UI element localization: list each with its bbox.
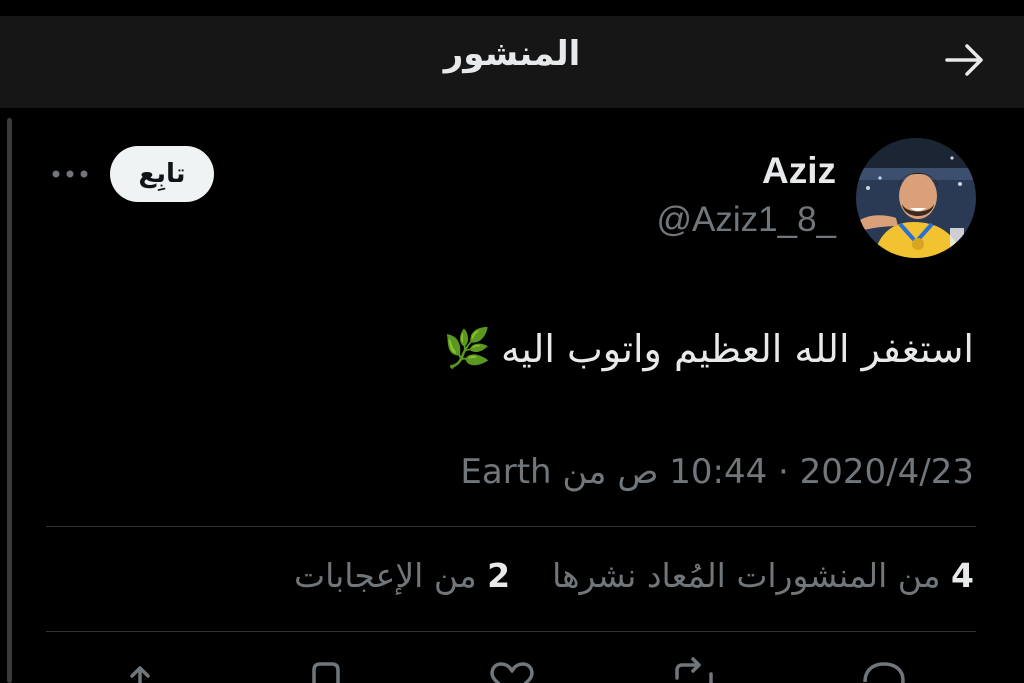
tweet-stats: 4 من المنشورات المُعاد نشرها 2 من الإعجا…: [294, 556, 974, 595]
repost-button[interactable]: [664, 656, 724, 683]
repost-icon: [675, 657, 713, 683]
from-label: من: [562, 452, 607, 492]
divider: [46, 631, 976, 632]
bookmark-icon: [312, 662, 340, 683]
post-screen: المنشور Aziz @Aziz1_8_ تابِع استغفر الله…: [0, 0, 1024, 683]
divider: [46, 526, 976, 527]
tweet-time[interactable]: 10:44 ص: [617, 452, 767, 492]
avatar[interactable]: [856, 138, 976, 258]
bookmark-button[interactable]: [296, 656, 356, 683]
status-bar: [0, 0, 1024, 16]
meta-separator: ·: [778, 452, 789, 492]
avatar-photo: [856, 138, 976, 258]
likes-stat[interactable]: 2 من الإعجابات: [294, 556, 510, 595]
tweet-date[interactable]: 2020/4/23: [800, 452, 974, 492]
share-button[interactable]: [110, 656, 170, 683]
back-button[interactable]: [932, 30, 998, 90]
scrollbar[interactable]: [7, 118, 12, 683]
tweet-metadata: 2020/4/23 · 10:44 ص من Earth: [460, 452, 974, 492]
likes-count: 2: [487, 556, 511, 595]
like-button[interactable]: [482, 656, 542, 683]
reposts-count: 4: [951, 556, 974, 595]
reply-button[interactable]: [854, 656, 914, 683]
like-icon: [490, 662, 534, 683]
emoji: 🌿: [443, 326, 491, 370]
likes-label: من الإعجابات: [294, 556, 477, 595]
share-icon: [130, 666, 150, 683]
reposts-label: من المنشورات المُعاد نشرها: [552, 556, 941, 595]
tweet-source[interactable]: Earth: [460, 452, 551, 492]
more-options-button[interactable]: [46, 158, 94, 190]
author-display-name[interactable]: Aziz: [762, 150, 836, 192]
page-title: المنشور: [443, 34, 581, 74]
more-horizontal-icon: [52, 170, 88, 178]
tweet-body: استغفر الله العظيم واتوب اليه: [500, 326, 974, 371]
follow-button[interactable]: تابِع: [110, 146, 214, 202]
reposts-stat[interactable]: 4 من المنشورات المُعاد نشرها: [552, 556, 974, 595]
tweet-text: استغفر الله العظيم واتوب اليه 🌿: [444, 326, 974, 371]
action-bar: [0, 656, 1024, 683]
arrow-right-icon: [945, 44, 983, 76]
reply-icon: [863, 662, 905, 683]
author-handle[interactable]: @Aziz1_8_: [656, 200, 836, 240]
